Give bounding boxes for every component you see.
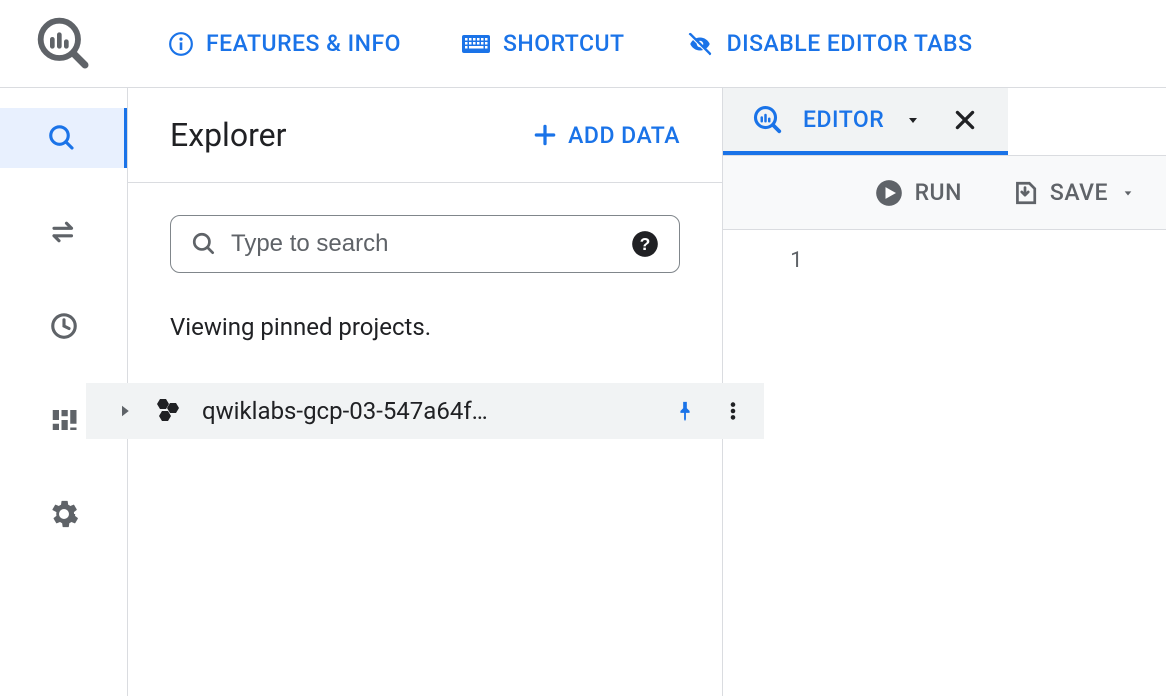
disable-editor-tabs-button[interactable]: DISABLE EDITOR TABS [685, 30, 973, 57]
search-box[interactable]: ? [170, 215, 680, 273]
project-name: qwiklabs-gcp-03-547a64f… [202, 397, 656, 425]
add-data-button[interactable]: ADD DATA [532, 122, 680, 149]
visibility-off-icon [685, 31, 715, 57]
explorer-panel: Explorer ADD DATA ? Viewing pin [128, 88, 723, 696]
transfers-icon [49, 217, 79, 247]
run-label: RUN [915, 179, 962, 206]
expand-icon[interactable] [116, 402, 134, 420]
search-input[interactable] [231, 230, 617, 258]
play-icon [875, 179, 903, 207]
features-label: FEATURES & INFO [206, 30, 401, 57]
features-info-button[interactable]: FEATURES & INFO [168, 30, 401, 57]
editor-tab-label: EDITOR [803, 106, 884, 133]
nav-scheduled[interactable] [0, 296, 127, 356]
add-data-label: ADD DATA [568, 122, 680, 149]
shortcut-button[interactable]: SHORTCUT [461, 30, 625, 57]
bigquery-logo-icon [36, 16, 92, 72]
project-row[interactable]: qwiklabs-gcp-03-547a64f… [86, 383, 764, 439]
bigquery-logo [0, 0, 128, 88]
nav-sql-workspace[interactable] [0, 108, 127, 168]
keyboard-icon [461, 32, 491, 56]
save-icon [1012, 180, 1038, 206]
line-number: 1 [723, 230, 823, 696]
explorer-title: Explorer [170, 116, 286, 154]
search-icon [47, 123, 77, 153]
svg-text:?: ? [640, 234, 651, 254]
save-button[interactable]: SAVE [1012, 179, 1136, 206]
clock-icon [49, 311, 79, 341]
run-button[interactable]: RUN [875, 179, 962, 207]
editor-panel: EDITOR RUN [723, 88, 1166, 696]
shortcut-label: SHORTCUT [503, 30, 625, 57]
search-icon [191, 231, 217, 257]
help-icon[interactable]: ? [631, 230, 659, 258]
nav-transfers[interactable] [0, 202, 127, 262]
info-icon [168, 31, 194, 57]
close-icon[interactable] [952, 107, 978, 133]
plus-icon [532, 122, 558, 148]
project-icon [152, 397, 184, 425]
chevron-down-icon [1120, 188, 1136, 198]
pin-icon[interactable] [674, 397, 696, 425]
query-tab-icon [753, 105, 783, 135]
editor-content[interactable]: 1 [723, 230, 1166, 696]
nav-settings[interactable] [0, 484, 127, 544]
pinned-projects-text: Viewing pinned projects. [170, 313, 680, 341]
bars-icon [49, 405, 79, 435]
save-label: SAVE [1050, 179, 1108, 206]
editor-tab[interactable]: EDITOR [723, 88, 1008, 155]
gear-icon [49, 499, 79, 529]
chevron-down-icon[interactable] [904, 114, 922, 126]
disable-tabs-label: DISABLE EDITOR TABS [727, 30, 973, 57]
